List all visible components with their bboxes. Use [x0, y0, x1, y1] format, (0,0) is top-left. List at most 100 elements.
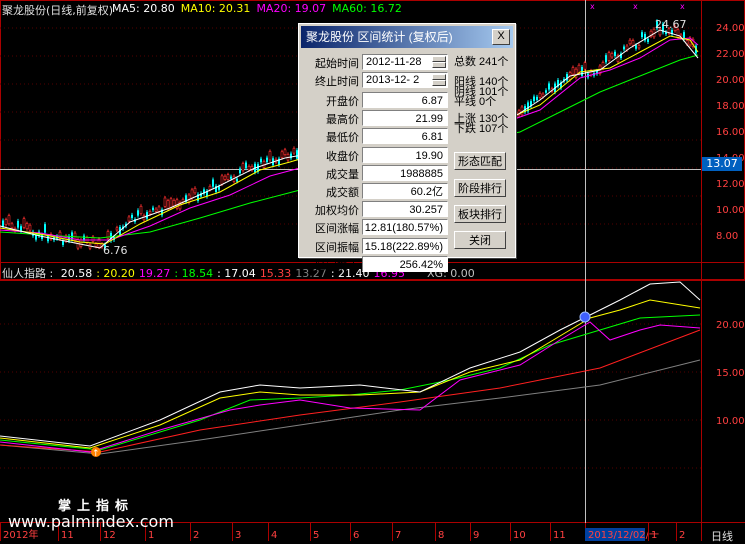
- start-time-field[interactable]: 2012-11-28: [362, 54, 448, 70]
- pattern-match-button[interactable]: 形态匹配: [454, 152, 506, 170]
- dialog-title-bar[interactable]: 聚龙股份 区间统计 (复权后) X: [301, 26, 513, 48]
- price-tick-4: 16.00: [716, 127, 745, 138]
- candle-body: [283, 149, 287, 155]
- dialog-title: 聚龙股份 区间统计 (复权后): [306, 30, 453, 44]
- indicator-tick-1: 15.00: [716, 368, 745, 379]
- start-time-label: 起始时间: [315, 58, 359, 70]
- down-count: 下跌 107个: [454, 123, 509, 135]
- period-label[interactable]: 日线: [711, 528, 733, 544]
- stat-value-6: 30.257: [362, 201, 448, 218]
- indicator-tick-0: 20.00: [716, 320, 745, 331]
- stat-label-9: 区间换手: [315, 259, 359, 272]
- candle-body: [212, 179, 214, 187]
- price-axis: 24.0022.0020.0018.0016.0014.0012.0010.00…: [716, 23, 745, 242]
- candle-body: [541, 93, 545, 98]
- start-time-value: 2012-11-28: [366, 56, 422, 68]
- candle-body: [241, 163, 245, 172]
- candle-body: [166, 200, 170, 210]
- stat-value-7: 12.81(180.57%): [362, 219, 448, 236]
- candle-body: [533, 96, 535, 102]
- total-count: 总数 241个: [454, 56, 509, 68]
- candle-body: [230, 176, 232, 179]
- candle-body: [154, 208, 158, 212]
- date-tick-7: 5: [313, 530, 319, 541]
- candle-body: [610, 53, 614, 58]
- stat-value-5: 60.2亿: [362, 183, 448, 199]
- watermark-url: www.palmindex.com: [8, 512, 174, 531]
- end-time-spinner[interactable]: [432, 74, 446, 86]
- price-tick-3: 18.00: [716, 101, 745, 112]
- candle-body: [236, 178, 238, 182]
- candle-body: [631, 40, 635, 46]
- candle-body: [208, 185, 212, 190]
- candle-body: [223, 175, 227, 180]
- indicator-line-yellow: [0, 299, 701, 449]
- candle-body: [623, 46, 625, 50]
- date-tick-6: 4: [271, 530, 277, 541]
- candle-body: [545, 90, 547, 93]
- stat-label-3: 收盘价: [326, 150, 359, 163]
- candle-body: [139, 205, 143, 214]
- stat-label-5: 成交额: [326, 187, 359, 199]
- crosshair-point-icon: [579, 311, 591, 323]
- candle-body: [163, 197, 167, 207]
- candle-body: [220, 175, 224, 185]
- candle-body: [169, 198, 173, 208]
- start-time-spinner[interactable]: [432, 56, 446, 68]
- candle-body: [193, 187, 197, 194]
- price-tick-8: 8.00: [716, 231, 738, 242]
- candle-body: [152, 207, 154, 211]
- svg-text:x: x: [590, 2, 595, 11]
- candle-body: [583, 62, 587, 70]
- candle-body: [22, 218, 26, 228]
- candle-body: [571, 67, 575, 75]
- stat-label-0: 开盘价: [326, 96, 359, 108]
- candle-body: [247, 166, 251, 171]
- stage-ranking-button[interactable]: 阶段排行: [454, 179, 506, 197]
- ma-legend: MA5: 20.80 MA10: 20.31 MA20: 19.07 MA60: 16…: [112, 2, 408, 15]
- price-tick-2: 20.00: [716, 75, 745, 86]
- indicator-value-3: : 18.54: [174, 267, 214, 280]
- indicator-line-green: [0, 314, 701, 451]
- dialog-close-icon[interactable]: X: [492, 29, 510, 45]
- candle-body: [647, 38, 649, 43]
- stat-label-8: 区间振幅: [315, 241, 359, 254]
- candle-body: [127, 216, 131, 222]
- ma-label-3: MA60: 16.72: [332, 2, 402, 15]
- stat-value-1: 21.99: [362, 110, 448, 127]
- stat-label-6: 加权均价: [315, 205, 359, 218]
- candle-body: [148, 211, 152, 215]
- date-tick-15: 1: [651, 530, 657, 541]
- candle-body: [260, 158, 262, 163]
- close-button[interactable]: 关闭: [454, 231, 506, 249]
- low-annotation: 6.76: [103, 244, 128, 257]
- candle-body: [62, 240, 64, 245]
- candle-body: [131, 214, 133, 219]
- candle-body: [635, 45, 637, 49]
- end-time-field[interactable]: 2013-12- 2: [362, 72, 448, 88]
- candle-body: [226, 174, 230, 180]
- candle-body: [25, 223, 29, 230]
- indicator-value-5: 15.33: [259, 267, 292, 280]
- sector-ranking-button[interactable]: 板块排行: [454, 205, 506, 223]
- candle-body: [47, 235, 49, 242]
- high-annotation: 24.67: [655, 18, 687, 31]
- candle-body: [44, 224, 46, 233]
- date-tick-12: 10: [513, 530, 526, 541]
- stat-label-1: 最高价: [326, 114, 359, 127]
- date-tick-8: 6: [353, 530, 359, 541]
- indicator-value-4: : 17.04: [217, 267, 256, 280]
- candle-body: [172, 200, 176, 207]
- price-tick-0: 24.00: [716, 23, 745, 34]
- date-tick-13: 11: [553, 530, 566, 541]
- candle-body: [239, 168, 241, 174]
- stock-title: 聚龙股份(日线,前复权): [2, 4, 114, 17]
- indicator-line-magenta: [0, 321, 701, 453]
- candle-body: [292, 148, 296, 154]
- date-tick-2: 12: [103, 530, 116, 541]
- candle-body: [266, 157, 268, 163]
- price-tick-6: 12.00: [716, 179, 745, 190]
- date-tick-3: 1: [148, 530, 154, 541]
- svg-text:x: x: [680, 2, 685, 11]
- stat-value-8: 15.18(222.89%): [362, 237, 448, 254]
